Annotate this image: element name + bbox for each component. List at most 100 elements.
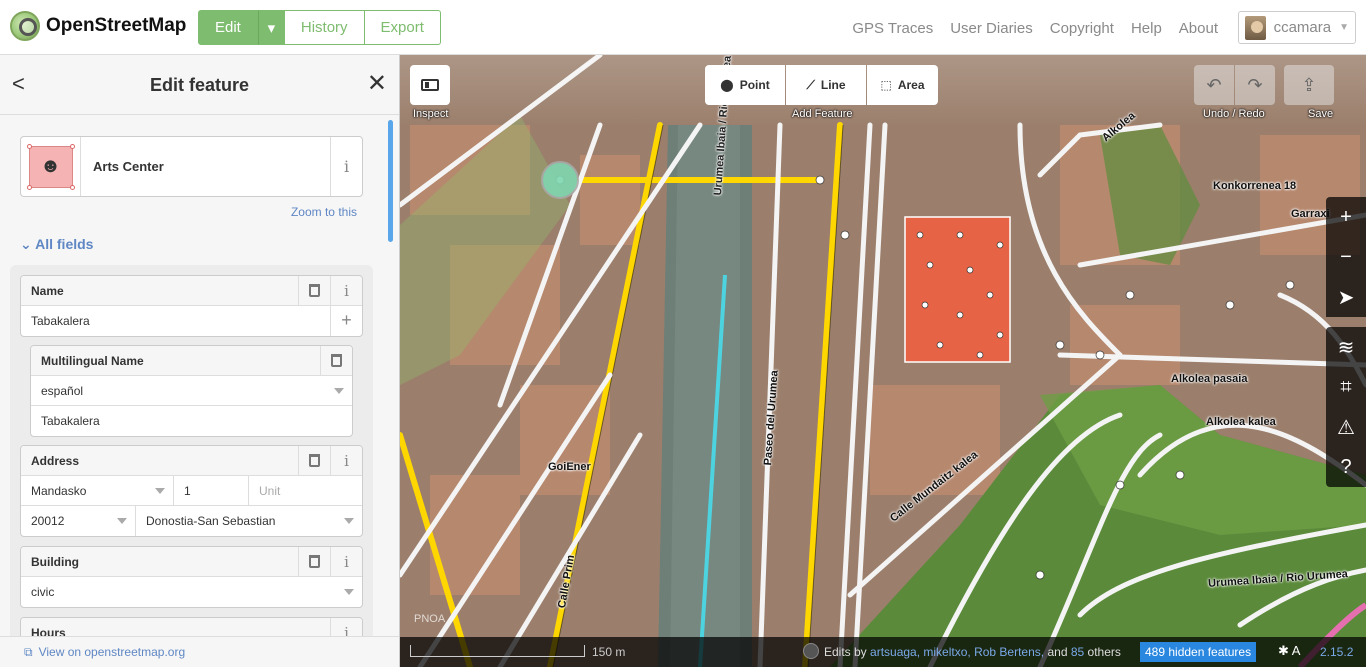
undo-redo-label: Undo / Redo (1203, 108, 1265, 120)
all-fields-toggle[interactable]: ⌄ All fields (20, 236, 93, 253)
housenumber-value: 1 (184, 483, 191, 498)
edit-dropdown-button[interactable]: ▾ (257, 10, 285, 45)
export-button[interactable]: Export (364, 10, 441, 45)
info-icon[interactable]: i (330, 276, 362, 305)
multilingual-input[interactable]: Tabakalera (31, 406, 352, 436)
unit-placeholder: Unit (259, 483, 281, 498)
hidden-features-badge[interactable]: 489 hidden features (1140, 642, 1257, 662)
scale-bar[interactable] (410, 645, 585, 657)
info-icon[interactable]: i (330, 137, 362, 196)
scale-text: 150 m (592, 645, 626, 659)
zoom-in-button[interactable]: + (1326, 197, 1366, 237)
city-value: Donostia-San Sebastian (146, 514, 276, 528)
save-button[interactable]: ⇪ (1284, 65, 1334, 105)
preset-selector[interactable]: ☻ Arts Center i (20, 136, 363, 197)
layers-icon: ≋ (1337, 336, 1355, 359)
address-row-2: 20012 Donostia-San Sebastian (21, 506, 362, 536)
undo-button[interactable]: ↶ (1194, 65, 1234, 105)
chevron-down-icon (344, 518, 354, 524)
close-icon[interactable]: ✕ (367, 69, 387, 98)
avatar (1245, 15, 1266, 40)
warning-icon: ⚠ (1337, 416, 1355, 439)
trash-icon[interactable] (298, 547, 330, 576)
nav-gps-traces[interactable]: GPS Traces (852, 20, 933, 37)
building-select[interactable]: civic (21, 577, 362, 607)
nav-user-diaries[interactable]: User Diaries (950, 20, 1033, 37)
add-line-button[interactable]: ⟋ Line (786, 65, 866, 105)
map-label-goiener: GoiEner (548, 461, 591, 473)
osm-logo[interactable]: OpenStreetMap (10, 11, 186, 41)
plus-icon[interactable]: + (330, 306, 362, 335)
field-name: Name i Tabakalera + (20, 275, 363, 337)
name-value: Tabakalera (31, 314, 90, 328)
address-row-1: Mandasko 1 Unit (21, 475, 362, 506)
nav-help[interactable]: Help (1131, 20, 1162, 37)
background-button[interactable]: ≋ (1326, 327, 1366, 367)
line-icon: ⟋ (806, 77, 815, 92)
building-value: civic (31, 585, 55, 599)
nav-copyright[interactable]: Copyright (1050, 20, 1114, 37)
chevron-down-icon (155, 487, 165, 494)
trash-icon[interactable] (298, 276, 330, 305)
chevron-down-icon (334, 387, 344, 394)
address-label: Address (31, 453, 80, 468)
inspect-button[interactable] (410, 65, 450, 105)
chevron-down-icon (117, 518, 127, 524)
field-label: Name i (21, 276, 362, 306)
edit-button[interactable]: Edit (198, 10, 258, 45)
language-value: español (41, 383, 84, 398)
name-input-row: Tabakalera + (21, 306, 362, 336)
building-label: Building (31, 554, 79, 569)
help-icon: ? (1340, 455, 1352, 478)
save-label: Save (1308, 108, 1334, 120)
field-label: Address i (21, 446, 362, 476)
help-button[interactable]: ? (1326, 447, 1366, 487)
user-menu[interactable]: ccamara ▼ (1238, 11, 1356, 44)
sidebar: < Edit feature ✕ ☻ Arts Center i Zoom to… (0, 55, 400, 667)
info-icon[interactable]: i (330, 547, 362, 576)
zoom-to-link[interactable]: Zoom to this (291, 205, 357, 219)
version-text[interactable]: 2.15.2 (1320, 645, 1353, 659)
map-data-button[interactable]: ⌗ (1326, 367, 1366, 407)
sidebar-footer: ⧉ View on openstreetmap.org (0, 636, 399, 667)
history-button[interactable]: History (284, 10, 365, 45)
field-label: Multilingual Name (31, 346, 352, 376)
add-area-button[interactable]: ⬚ Area (867, 65, 938, 105)
multilingual-value: Tabakalera (41, 414, 100, 428)
postcode-select[interactable]: 20012 (21, 506, 136, 536)
multilingual-label: Multilingual Name (41, 353, 144, 368)
unit-input[interactable]: Unit (249, 476, 362, 506)
line-label: Line (820, 78, 846, 92)
inspect-label: Inspect (413, 108, 449, 120)
trash-icon[interactable] (298, 446, 330, 475)
name-label: Name (31, 283, 64, 298)
view-on-osm-link[interactable]: View on openstreetmap.org (39, 645, 186, 659)
sidebar-header: < Edit feature ✕ (0, 55, 399, 115)
others-count-link[interactable]: 85 (1071, 645, 1084, 659)
chevron-down-icon (344, 589, 354, 595)
add-point-button[interactable]: ⬤ Point (705, 65, 785, 105)
issues-button[interactable]: ⚠ (1326, 407, 1366, 447)
map-canvas[interactable]: Urumea Ibaia / Rio Urumea Paseo del Urum… (400, 55, 1366, 667)
sidebar-scrollbar[interactable] (388, 120, 393, 242)
geolocate-button[interactable]: ➤ (1326, 277, 1366, 317)
housenumber-input[interactable]: 1 (174, 475, 249, 506)
city-select[interactable]: Donostia-San Sebastian (136, 506, 362, 536)
language-select[interactable]: español (31, 376, 352, 406)
street-select[interactable]: Mandasko (21, 475, 174, 506)
bug-report-icon[interactable]: ✱ A (1278, 643, 1300, 659)
map-label-alkolea-pasaia: Alkolea pasaia (1171, 373, 1248, 385)
undo-icon: ↶ (1206, 74, 1222, 95)
top-header: OpenStreetMap Edit ▾ History Export GPS … (0, 0, 1366, 55)
nav-about[interactable]: About (1179, 20, 1218, 37)
trash-icon[interactable] (320, 346, 352, 375)
minus-icon: − (1340, 245, 1352, 268)
street-value: Mandasko (31, 483, 87, 498)
name-input[interactable]: Tabakalera (21, 306, 331, 336)
zoom-out-button[interactable]: − (1326, 237, 1366, 277)
redo-button[interactable]: ↷ (1235, 65, 1275, 105)
map-imagery[interactable] (400, 55, 1366, 667)
user-links[interactable]: artsuaga, mikeltxo, Rob Bertens, (870, 645, 1044, 659)
info-icon[interactable]: i (330, 446, 362, 475)
map-label-garraxi: Garraxi (1291, 208, 1330, 220)
